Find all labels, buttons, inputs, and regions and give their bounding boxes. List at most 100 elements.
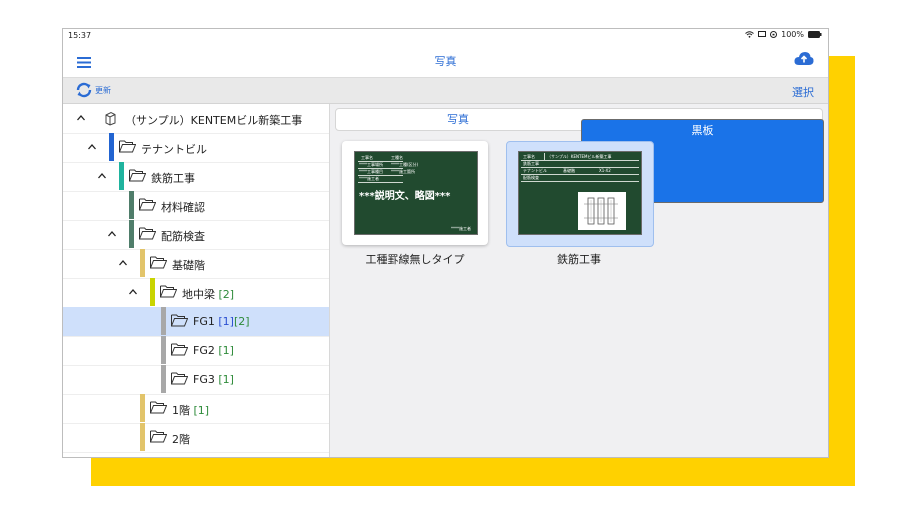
refresh-button[interactable]: 更新: [75, 81, 111, 99]
folder-open-icon: [129, 169, 146, 182]
folder-open-icon: [160, 285, 177, 298]
tree-item-label: FG3: [193, 373, 215, 386]
blackboard-preview: 工事名 （サンプル）KENTEMビル新築工事 鉄筋工事 テナントビル 基礎階 X…: [518, 151, 642, 235]
board-rule: [544, 153, 545, 160]
board-field: ****工事場所: [359, 162, 383, 167]
board-field: 工事名: [361, 155, 373, 160]
tree-item-label: 基礎階: [172, 259, 205, 272]
tree-item-ground-beam[interactable]: 地中梁 [2]: [63, 278, 329, 308]
chevron-up-icon[interactable]: [87, 142, 97, 152]
board-field: ****施工者: [359, 176, 379, 181]
screen-icon: [758, 31, 767, 37]
tree-item-material-check[interactable]: 材料確認: [63, 191, 329, 221]
folder-open-icon: [139, 227, 156, 240]
battery-percent: 100%: [781, 30, 804, 39]
tree-item-fg3[interactable]: FG3 [1]: [63, 365, 329, 395]
tree-item-label: （サンプル）KENTEMビル新築工事: [125, 114, 303, 127]
photo-count: [1]: [193, 404, 210, 417]
tab-photo[interactable]: 写真: [336, 109, 580, 130]
photo-count: [1]: [218, 373, 234, 386]
tree-item-fg2[interactable]: FG2 [1]: [63, 336, 329, 366]
tablet-screen: 15:37 100% 写真 更新 選択 （サンプル）KENTEMビル新築工事 テ…: [62, 28, 829, 458]
tree-item-project[interactable]: （サンプル）KENTEMビル新築工事: [63, 104, 329, 134]
board-template-card[interactable]: 工事名 （サンプル）KENTEMビル新築工事 鉄筋工事 テナントビル 基礎階 X…: [506, 141, 654, 247]
board-field: 基礎階: [563, 168, 575, 173]
board-field: 配筋検査: [523, 175, 539, 180]
folder-open-icon: [171, 343, 188, 356]
board-rule: [521, 174, 639, 175]
board-field: 鉄筋工事: [523, 161, 539, 166]
status-bar: 15:37 100%: [63, 29, 828, 43]
chevron-up-icon[interactable]: [118, 258, 128, 268]
level-color-bar: [140, 394, 145, 422]
tree-item-label: 1階: [172, 404, 190, 417]
board-field: 工種名: [391, 155, 403, 160]
board-template-card[interactable]: 工事名 工種名 ****工事場所 ****工種(区分) ****工事種目 ***…: [342, 141, 488, 245]
chevron-up-icon[interactable]: [128, 287, 138, 297]
tree-item-label-group: 地中梁 [2]: [182, 286, 234, 302]
chevron-up-icon[interactable]: [107, 229, 117, 239]
toolbar: 更新 選択: [63, 78, 828, 104]
folder-open-icon: [171, 314, 188, 327]
board-rule: [521, 181, 639, 182]
level-color-bar: [161, 336, 166, 364]
folder-open-icon: [171, 372, 188, 385]
tree-item-label: 材料確認: [161, 201, 205, 214]
refresh-label: 更新: [95, 85, 111, 95]
tree-item-rebar-work[interactable]: 鉄筋工事: [63, 162, 329, 192]
tree-item-label: 2階: [172, 433, 190, 446]
board-rule: [358, 175, 403, 176]
status-indicators: 100%: [745, 30, 822, 39]
chevron-up-icon[interactable]: [76, 113, 86, 123]
battery-icon: [808, 31, 822, 38]
tree-item-label: 配筋検査: [161, 230, 205, 243]
board-field: ****施工箇所: [391, 169, 415, 174]
refresh-icon: [76, 82, 92, 98]
content-panel: 写真 黒板 工事名 工種名 ****工事場所 ****工種(区分) ****工事…: [330, 104, 828, 457]
level-color-bar: [150, 278, 155, 306]
board-rule: [521, 160, 639, 161]
tree-item-label-group: FG1 [1][2]: [193, 315, 250, 328]
tree-item-bar-inspection[interactable]: 配筋検査: [63, 220, 329, 250]
folder-open-icon: [150, 401, 167, 414]
tree-item-label: 地中梁: [182, 288, 215, 301]
photo-count: [1]: [218, 344, 234, 357]
tree-item-tenant-building[interactable]: テナントビル: [63, 133, 329, 163]
navigation-bar: 写真: [63, 43, 828, 78]
tree-item-label-group: 1階 [1]: [172, 402, 209, 418]
tree-item-2f[interactable]: 2階: [63, 423, 329, 453]
tree-item-label: FG1: [193, 315, 215, 328]
tree-item-label: 鉄筋工事: [151, 172, 195, 185]
status-time: 15:37: [68, 31, 92, 40]
folder-tree: （サンプル）KENTEMビル新築工事 テナントビル 鉄筋工事 材料確認 配筋検査: [63, 104, 330, 457]
folder-open-icon: [150, 430, 167, 443]
chevron-up-icon[interactable]: [97, 171, 107, 181]
tree-item-label: FG2: [193, 344, 215, 357]
cloud-upload-icon[interactable]: [794, 51, 814, 70]
rebar-drawing-image: [578, 192, 626, 230]
segmented-control: 写真 黒板: [335, 108, 824, 203]
orientation-lock-icon: [770, 31, 778, 38]
tree-item-fg1[interactable]: FG1 [1][2]: [63, 307, 329, 337]
folder-open-icon: [150, 256, 167, 269]
folder-open-icon: [119, 140, 136, 153]
board-field: （サンプル）KENTEMビル新築工事: [547, 154, 612, 159]
board-description-text: ***説明文、略図***: [359, 191, 451, 202]
board-rule: [358, 161, 403, 162]
tree-item-1f[interactable]: 1階 [1]: [63, 394, 329, 424]
level-color-bar: [161, 307, 166, 335]
board-field: ****工事種目: [359, 169, 383, 174]
building-icon: [105, 111, 116, 126]
board-template-caption: 鉄筋工事: [557, 253, 601, 266]
board-field: X1-X2: [599, 168, 611, 173]
level-color-bar: [119, 162, 124, 190]
tree-item-foundation-floor[interactable]: 基礎階: [63, 249, 329, 279]
board-field: ****施工者: [451, 226, 471, 231]
board-template-caption: 工種罫線無しタイプ: [365, 253, 465, 266]
level-color-bar: [161, 365, 166, 393]
level-color-bar: [129, 220, 134, 248]
page-title: 写真: [434, 55, 457, 68]
tree-item-label-group: FG2 [1]: [193, 344, 234, 357]
select-button[interactable]: 選択: [792, 84, 814, 100]
folder-open-icon: [139, 198, 156, 211]
